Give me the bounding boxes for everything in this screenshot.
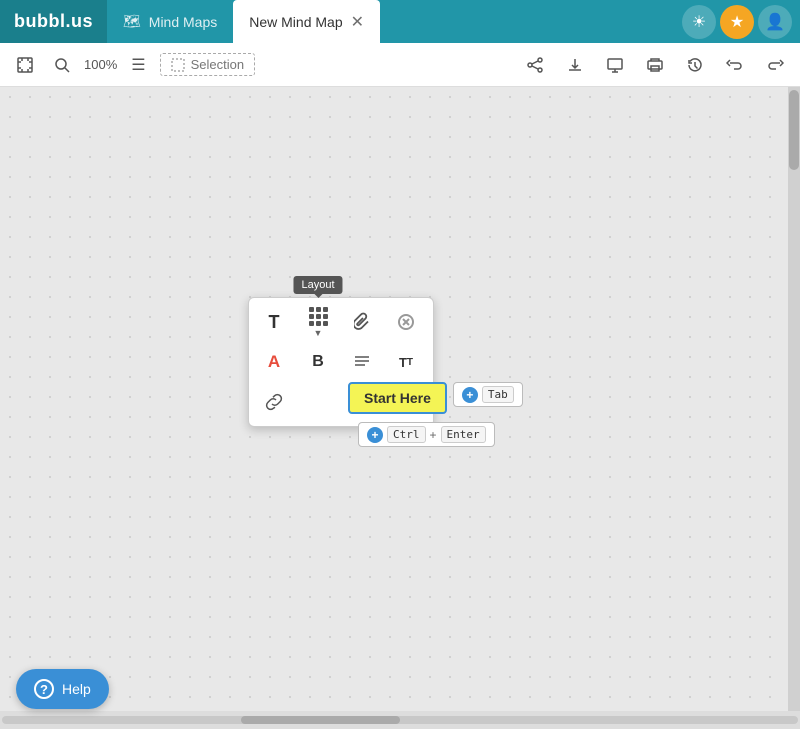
tab-new-mind-map[interactable]: New Mind Map ✕ — [233, 0, 380, 43]
selection-box: Selection — [160, 53, 255, 76]
tab-close-icon[interactable]: ✕ — [351, 12, 364, 32]
ctrl-key-hint: Ctrl — [387, 426, 426, 443]
right-scrollbar[interactable] — [788, 87, 800, 711]
menu-button[interactable]: ☰ — [125, 51, 151, 79]
text-format-button[interactable]: T — [255, 304, 293, 340]
undo-button[interactable] — [720, 52, 750, 78]
redo-button[interactable] — [760, 52, 790, 78]
share-button[interactable] — [520, 52, 550, 78]
canvas[interactable]: T Layout ▼ — [0, 87, 800, 711]
tab-icon-mind-maps: 🗺 — [123, 13, 141, 30]
zoom-level: 100% — [84, 57, 117, 72]
history-button[interactable] — [680, 52, 710, 78]
align-button[interactable] — [343, 344, 381, 380]
globe-button[interactable]: ☀ — [682, 5, 716, 39]
scrollbar-thumb — [789, 90, 799, 170]
title-bar: bubbl.us 🗺 Mind Maps New Mind Map ✕ ☀ ★ … — [0, 0, 800, 43]
tab-hint-plus-icon: + — [462, 387, 478, 403]
tab-label-new-mind-map: New Mind Map — [249, 14, 342, 30]
download-button[interactable] — [560, 52, 590, 78]
user-button[interactable]: 👤 — [758, 5, 792, 39]
fit-screen-button[interactable] — [10, 52, 40, 78]
layout-button[interactable]: Layout ▼ — [299, 304, 337, 340]
enter-hint-plus-icon: + — [367, 427, 383, 443]
start-here-node[interactable]: Start Here + Tab + Ctrl + Enter — [348, 382, 447, 414]
link-button[interactable] — [255, 384, 293, 420]
help-button[interactable]: ? Help — [16, 669, 109, 709]
help-icon: ? — [34, 679, 54, 699]
screen-button[interactable] — [600, 52, 630, 78]
node-hint-enter: + Ctrl + Enter — [358, 422, 495, 447]
tab-mind-maps[interactable]: 🗺 Mind Maps — [107, 0, 233, 43]
star-button[interactable]: ★ — [720, 5, 754, 39]
zoom-button[interactable] — [48, 53, 76, 77]
enter-key-hint: Enter — [441, 426, 486, 443]
layout-tooltip: Layout — [293, 276, 342, 294]
tab-key-hint: Tab — [482, 386, 514, 403]
font-size-button[interactable]: TT — [387, 344, 425, 380]
bold-button[interactable]: B — [299, 344, 337, 380]
logo: bubbl.us — [0, 0, 107, 43]
help-label: Help — [62, 681, 91, 697]
selection-label: Selection — [191, 57, 244, 72]
close-toolbar-button[interactable] — [387, 304, 425, 340]
font-color-button[interactable]: A — [255, 344, 293, 380]
attach-button[interactable] — [343, 304, 381, 340]
tab-label-mind-maps: Mind Maps — [149, 14, 217, 30]
print-button[interactable] — [640, 52, 670, 78]
node-hint-tab: + Tab — [453, 382, 523, 407]
start-here-label[interactable]: Start Here — [348, 382, 447, 414]
bottom-scrollbar[interactable] — [0, 711, 800, 729]
toolbar: 100% ☰ Selection — [0, 43, 800, 87]
